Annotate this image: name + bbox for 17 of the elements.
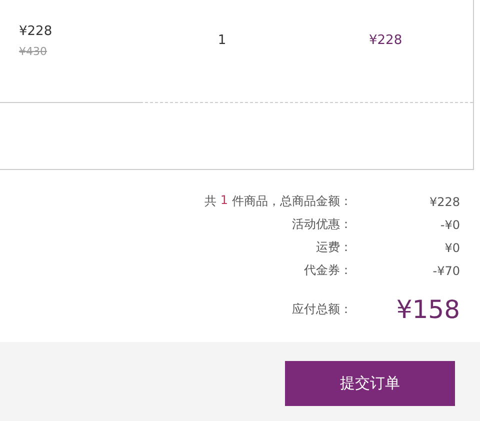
summary-value: ¥0 <box>444 240 461 254</box>
unit-price: ¥228 <box>19 23 54 40</box>
quantity: 1 <box>216 32 228 48</box>
summary-label: 运费： <box>316 239 352 256</box>
payable-amount: ¥158 <box>395 294 461 324</box>
summary-value: -¥0 <box>439 218 461 232</box>
submit-order-button[interactable]: 提交订单 <box>285 361 455 406</box>
summary-label: 代金券： <box>304 262 352 279</box>
subtotal-price: ¥228 <box>369 32 402 48</box>
summary-value: ¥228 <box>428 194 461 208</box>
payable-label: 应付总额： <box>292 300 352 318</box>
summary-label: 共 <box>204 193 216 210</box>
summary-value: -¥70 <box>432 264 461 278</box>
original-price: ¥430 <box>19 44 47 59</box>
item-count: 1 <box>220 193 228 209</box>
summary-label: 件商品，总商品金额： <box>232 193 352 210</box>
summary-label: 活动优惠： <box>292 216 352 233</box>
